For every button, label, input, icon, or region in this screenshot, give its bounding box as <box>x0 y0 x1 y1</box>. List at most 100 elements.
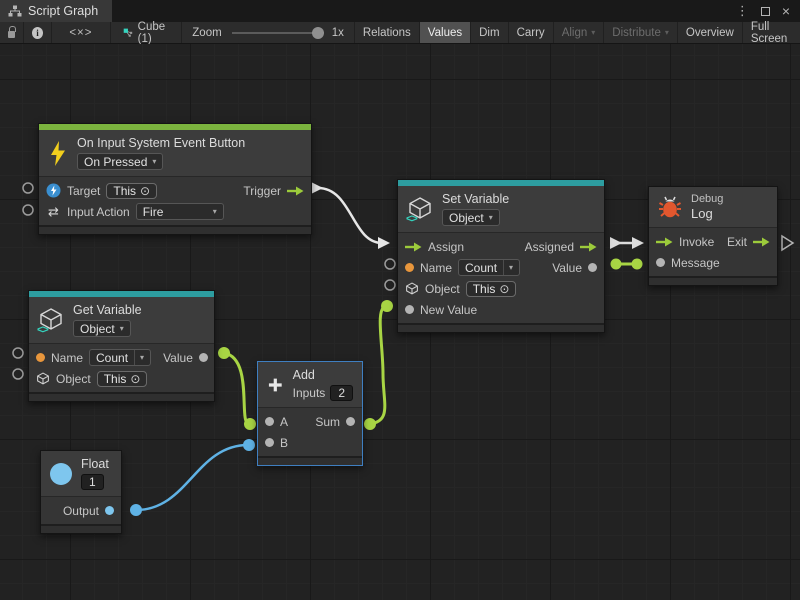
value-port[interactable] <box>199 353 208 362</box>
add-body: A Sum B <box>258 407 362 456</box>
target-object-field[interactable]: This ⊙ <box>106 183 157 199</box>
setvar-object-port[interactable] <box>385 280 395 290</box>
event-target-port[interactable] <box>23 183 33 193</box>
chevron-down-icon: ▾ <box>134 350 144 365</box>
output-label: Output <box>63 504 99 518</box>
setvar-name-port[interactable] <box>385 259 395 269</box>
exit-output-port[interactable] <box>782 236 793 250</box>
event-action-row: ⇄ Input Action Fire ▾ <box>39 201 311 222</box>
trigger-output-port[interactable] <box>312 183 323 194</box>
value-output-port[interactable] <box>611 259 622 270</box>
float-value-field[interactable]: 1 <box>81 474 104 490</box>
node-float[interactable]: Float 1 Output <box>40 450 122 534</box>
node-add[interactable]: Add Inputs 2 A Sum B <box>257 361 363 466</box>
close-icon[interactable]: × <box>782 4 790 18</box>
b-input-port[interactable] <box>243 439 255 451</box>
graph-canvas[interactable]: On Input System Event Button On Pressed … <box>0 44 800 600</box>
tab-script-graph[interactable]: Script Graph <box>0 0 112 22</box>
carry-label: Carry <box>517 27 545 39</box>
relations-button[interactable]: Relations <box>355 22 420 43</box>
invoke-input-port[interactable] <box>632 237 644 249</box>
node-get-variable[interactable]: <> Get Variable Object ▾ Name Count ▾ <box>28 290 215 402</box>
setvar-assign-row: Assign Assigned <box>398 236 604 257</box>
b-port[interactable] <box>265 438 274 447</box>
sum-output-port[interactable] <box>364 418 376 430</box>
graph-target-button[interactable]: Cube (1) <box>111 22 183 43</box>
script-graph-window: Script Graph ⋮ × i <×> Cube (1) Zoom 1x … <box>0 0 800 600</box>
getvar-name-port[interactable] <box>13 348 23 358</box>
chevron-down-icon: ▾ <box>503 260 513 275</box>
float-footer <box>41 524 121 533</box>
debug-footer <box>649 276 777 285</box>
debug-invoke-row: Invoke Exit <box>649 231 777 252</box>
output-port[interactable] <box>105 506 114 515</box>
float-output-port[interactable] <box>130 504 142 516</box>
node-set-variable[interactable]: <> Set Variable Object ▾ Assign <box>397 179 605 333</box>
window-controls: ⋮ × <box>736 0 800 22</box>
getvalue-output-port[interactable] <box>218 347 230 359</box>
tab-bar: Script Graph ⋮ × <box>0 0 800 22</box>
assigned-output-port[interactable] <box>610 237 622 249</box>
values-button[interactable]: Values <box>420 22 471 43</box>
code-icon: <×> <box>69 27 92 39</box>
debug-body: Invoke Exit Message <box>649 227 777 276</box>
event-mode-dropdown[interactable]: On Pressed ▾ <box>77 153 163 170</box>
name-port[interactable] <box>36 353 45 362</box>
variable-brackets-icon: <> <box>37 324 48 336</box>
fullscreen-button[interactable]: Full Screen <box>743 22 800 43</box>
debug-header: Debug Log <box>649 187 777 227</box>
name-dropdown[interactable]: Count ▾ <box>89 349 151 366</box>
menu-icon[interactable]: ⋮ <box>736 3 749 19</box>
float-title: Float <box>81 457 109 471</box>
flow-arrow-icon[interactable] <box>580 242 597 252</box>
carry-button[interactable]: Carry <box>509 22 554 43</box>
input-action-label: Input Action <box>67 205 130 219</box>
input-action-dropdown[interactable]: Fire ▾ <box>136 203 224 220</box>
flow-arrow-icon[interactable] <box>656 237 673 247</box>
event-action-port[interactable] <box>23 205 33 215</box>
setvar-kind-dropdown[interactable]: Object ▾ <box>442 209 500 226</box>
message-port[interactable] <box>656 258 665 267</box>
overview-button[interactable]: Overview <box>678 22 743 43</box>
graph-icon <box>8 5 22 17</box>
invoke-label: Invoke <box>679 235 714 249</box>
distribute-button[interactable]: Distribute▾ <box>604 22 678 43</box>
name-port[interactable] <box>405 263 414 272</box>
name-value: Count <box>96 351 128 365</box>
zoom-slider-handle[interactable] <box>312 27 324 39</box>
align-button[interactable]: Align▾ <box>554 22 605 43</box>
chevron-down-icon: ▾ <box>120 324 124 333</box>
debug-title: Log <box>691 206 713 221</box>
info-button[interactable]: i <box>24 22 52 43</box>
a-input-port[interactable] <box>244 418 256 430</box>
debug-subtitle: Debug <box>691 193 723 205</box>
flow-arrow-icon[interactable] <box>405 242 422 252</box>
name-dropdown[interactable]: Count ▾ <box>458 259 520 276</box>
object-field[interactable]: This ⊙ <box>466 281 517 297</box>
new-value-port[interactable] <box>405 305 414 314</box>
add-title: Add <box>293 368 315 382</box>
a-port[interactable] <box>265 417 274 426</box>
maximize-icon[interactable] <box>761 7 770 16</box>
node-on-input-system-event[interactable]: On Input System Event Button On Pressed … <box>38 123 312 235</box>
newvalue-input-port[interactable] <box>381 300 393 312</box>
object-field[interactable]: This ⊙ <box>97 371 148 387</box>
zoom-label: Zoom <box>192 27 221 39</box>
value-port[interactable] <box>588 263 597 272</box>
getvar-kind-dropdown[interactable]: Object ▾ <box>73 320 131 337</box>
sum-port[interactable] <box>346 417 355 426</box>
code-view-button[interactable]: <×> <box>52 22 111 43</box>
flow-arrow-icon[interactable] <box>287 186 304 196</box>
node-debug-log[interactable]: Debug Log Invoke Exit <box>648 186 778 286</box>
dim-label: Dim <box>479 27 499 39</box>
dim-button[interactable]: Dim <box>471 22 508 43</box>
assign-input-port[interactable] <box>378 237 390 249</box>
object-label: Object <box>425 282 460 296</box>
message-input-port[interactable] <box>632 259 643 270</box>
flow-arrow-icon[interactable] <box>753 237 770 247</box>
zoom-slider[interactable] <box>232 32 324 34</box>
lock-button[interactable] <box>0 22 24 43</box>
setvar-header: <> Set Variable Object ▾ <box>398 186 604 232</box>
getvar-object-port[interactable] <box>13 369 23 379</box>
inputs-count-field[interactable]: 2 <box>330 385 353 401</box>
